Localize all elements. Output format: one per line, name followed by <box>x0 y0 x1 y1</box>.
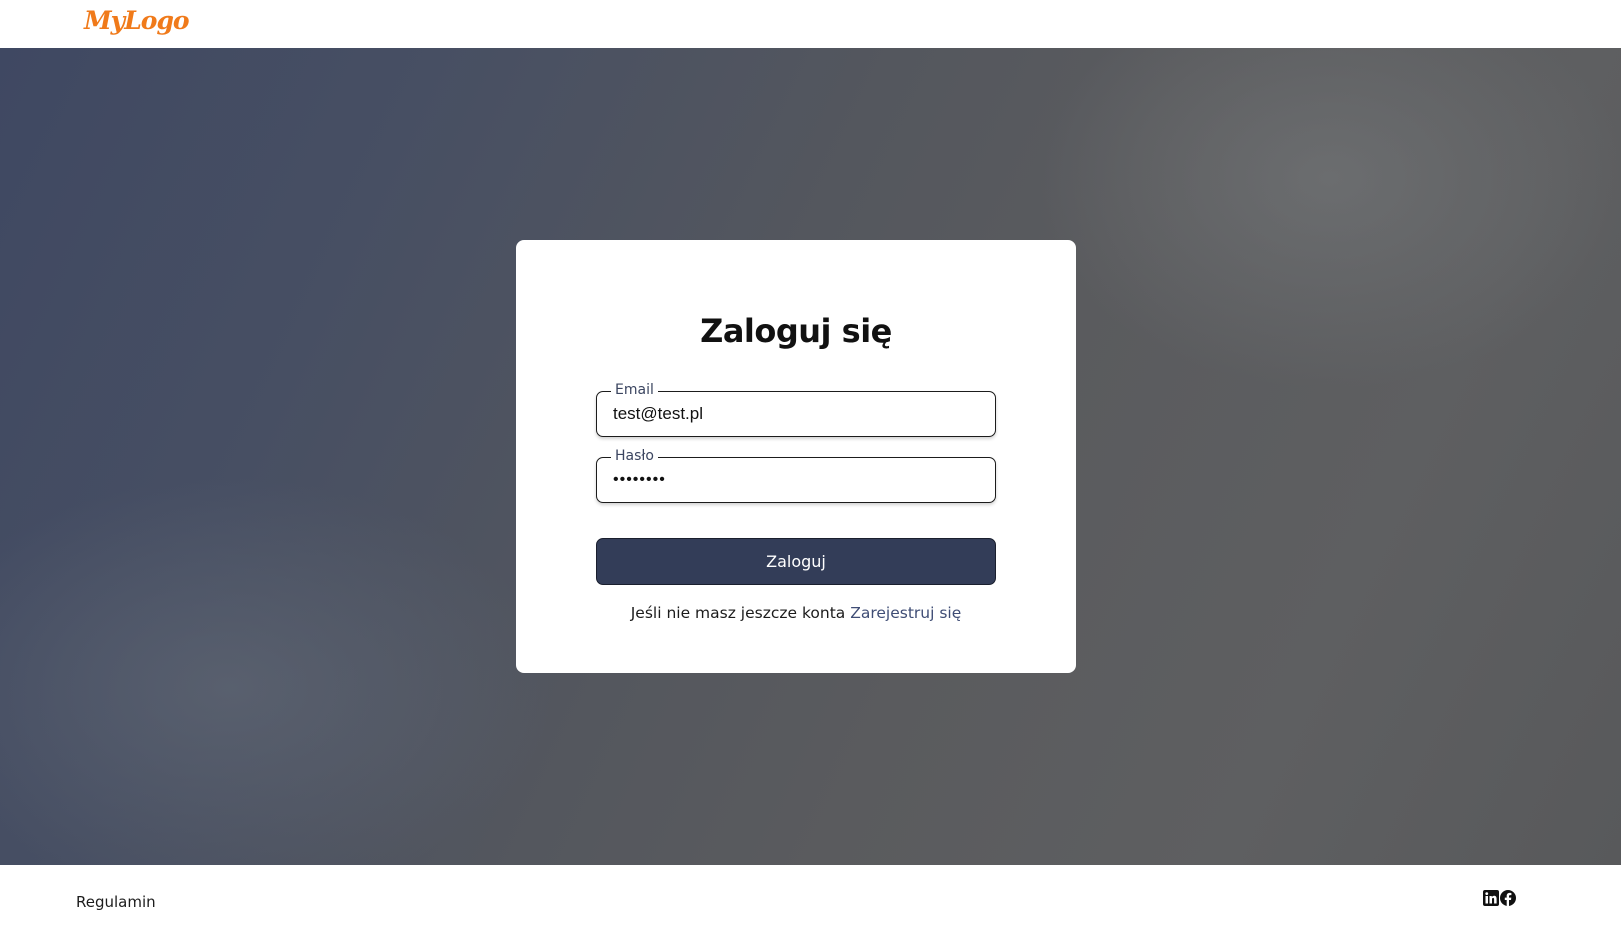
top-bar: MyLogo <box>0 0 1621 48</box>
register-link[interactable]: Zarejestruj się <box>850 604 961 622</box>
login-button[interactable]: Zaloguj <box>596 538 996 585</box>
email-label: Email <box>611 382 658 398</box>
password-label: Hasło <box>611 448 658 464</box>
social-links <box>1483 890 1516 906</box>
email-input[interactable] <box>613 403 979 425</box>
logo[interactable]: MyLogo <box>84 6 190 35</box>
footer: Regulamin <box>0 865 1621 933</box>
terms-link[interactable]: Regulamin <box>76 893 156 911</box>
register-prompt-text: Jeśli nie masz jeszcze konta <box>630 604 846 622</box>
password-field[interactable]: Hasło <box>596 448 996 503</box>
email-field[interactable]: Email <box>596 382 996 437</box>
facebook-icon[interactable] <box>1500 890 1516 906</box>
page: MyLogo Zaloguj się Email Hasło Zaloguj J… <box>0 0 1621 933</box>
linkedin-icon[interactable] <box>1483 890 1499 906</box>
page-title: Zaloguj się <box>700 312 892 350</box>
register-prompt: Jeśli nie masz jeszcze konta Zarejestruj… <box>516 604 1076 622</box>
login-card: Zaloguj się Email Hasło Zaloguj Jeśli ni… <box>516 240 1076 673</box>
password-input[interactable] <box>613 469 979 491</box>
